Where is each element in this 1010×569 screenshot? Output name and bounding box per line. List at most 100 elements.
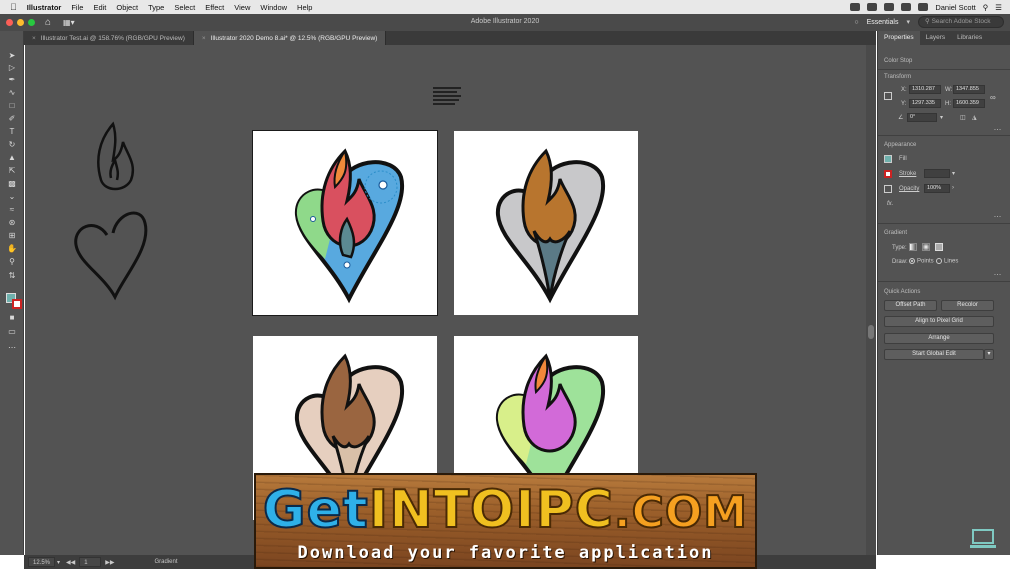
first-artboard-icon[interactable]: ◀◀ bbox=[66, 559, 75, 566]
lightbulb-icon[interactable]: ○ bbox=[854, 19, 858, 26]
battery-icon[interactable] bbox=[918, 3, 929, 11]
color-mode-icon[interactable]: ■ bbox=[6, 313, 18, 323]
lines-radio[interactable]: Lines bbox=[936, 258, 958, 265]
home-icon[interactable]: ⌂ bbox=[45, 17, 51, 28]
menu-help[interactable]: Help bbox=[297, 3, 312, 12]
arrange-button[interactable]: Arrange bbox=[884, 333, 994, 344]
pen-tool-icon[interactable]: ✒ bbox=[6, 75, 18, 85]
blend-tool-icon[interactable]: ≈ bbox=[6, 205, 18, 215]
opacity-field[interactable]: 100% bbox=[924, 184, 950, 193]
y-field[interactable]: 1297.335 bbox=[909, 99, 941, 108]
close-tab-icon[interactable]: × bbox=[202, 35, 206, 42]
stroke-weight-field[interactable] bbox=[924, 169, 950, 178]
rectangle-tool-icon[interactable]: □ bbox=[6, 101, 18, 111]
more-options-icon[interactable]: … bbox=[994, 210, 1003, 219]
adobe-stock-search-input[interactable]: ⚲ Search Adobe Stock bbox=[918, 16, 1004, 28]
menu-type[interactable]: Type bbox=[148, 3, 164, 12]
menu-effect[interactable]: Effect bbox=[205, 3, 224, 12]
more-options-icon[interactable]: … bbox=[994, 268, 1003, 277]
flame-sketch[interactable] bbox=[93, 120, 137, 196]
curvature-tool-icon[interactable]: ∿ bbox=[6, 88, 18, 98]
apple-icon[interactable]:  bbox=[10, 2, 17, 12]
reference-point-icon[interactable] bbox=[884, 92, 892, 100]
fill-color-swatch[interactable] bbox=[884, 155, 892, 163]
text-placeholder[interactable] bbox=[433, 87, 461, 107]
height-field[interactable]: 1600.359 bbox=[953, 99, 985, 108]
offset-path-button[interactable]: Offset Path bbox=[884, 300, 937, 311]
user-name[interactable]: Daniel Scott bbox=[935, 3, 975, 12]
menu-window[interactable]: Window bbox=[260, 3, 287, 12]
x-field[interactable]: 1310.287 bbox=[909, 85, 941, 94]
tab-properties[interactable]: Properties bbox=[878, 31, 920, 45]
zoom-tool-icon[interactable]: ⚲ bbox=[6, 257, 18, 267]
stroke-swatch[interactable] bbox=[12, 299, 22, 309]
freeform-gradient-icon[interactable] bbox=[935, 243, 943, 251]
screen-mode-icon[interactable]: ▭ bbox=[6, 327, 18, 337]
constrain-proportions-icon[interactable]: ∞ bbox=[990, 93, 996, 102]
stroke-label[interactable]: Stroke bbox=[899, 171, 916, 177]
points-radio[interactable]: Points bbox=[909, 258, 934, 265]
stroke-weight-dropdown-icon[interactable]: ▾ bbox=[952, 170, 955, 177]
opacity-label[interactable]: Opacity bbox=[899, 186, 919, 192]
symbol-sprayer-tool-icon[interactable]: ⊛ bbox=[6, 218, 18, 228]
arrange-documents-icon[interactable]: ▦▾ bbox=[63, 18, 75, 27]
zoom-dropdown-icon[interactable]: ▾ bbox=[57, 559, 60, 566]
artboard-1[interactable] bbox=[252, 130, 438, 316]
opacity-dropdown-icon[interactable]: › bbox=[952, 185, 954, 191]
swap-fill-stroke-icon[interactable]: ⇅ bbox=[6, 271, 18, 281]
eraser-tool-icon[interactable]: ▲ bbox=[6, 153, 18, 163]
chevron-down-icon[interactable]: ▾ bbox=[906, 18, 910, 26]
screen-record-icon[interactable] bbox=[867, 3, 878, 11]
linear-gradient-icon[interactable] bbox=[909, 243, 917, 251]
type-tool-icon[interactable]: T bbox=[6, 127, 18, 137]
menu-file[interactable]: File bbox=[71, 3, 83, 12]
flip-vertical-icon[interactable]: ◮ bbox=[972, 114, 977, 121]
flip-horizontal-icon[interactable]: ◫ bbox=[960, 114, 966, 121]
vertical-scrollbar[interactable] bbox=[866, 45, 876, 555]
tab-layers[interactable]: Layers bbox=[920, 31, 952, 45]
gradient-tool-icon[interactable]: ▩ bbox=[6, 179, 18, 189]
more-options-icon[interactable]: … bbox=[994, 123, 1003, 132]
scale-tool-icon[interactable]: ⇱ bbox=[6, 166, 18, 176]
start-global-edit-button[interactable]: Start Global Edit bbox=[884, 349, 984, 360]
tab-illustrator-test[interactable]: × Illustrator Test.ai @ 158.76% (RGB/GPU … bbox=[24, 31, 194, 45]
menu-edit[interactable]: Edit bbox=[93, 3, 106, 12]
close-tab-icon[interactable]: × bbox=[32, 35, 36, 42]
heart-flame-grey-art[interactable] bbox=[454, 131, 638, 315]
tab-demo-8[interactable]: × Illustrator 2020 Demo 8.ai* @ 12.5% (RG… bbox=[193, 31, 387, 45]
heart-flame-gradient-art[interactable] bbox=[253, 131, 437, 315]
artboard-2[interactable] bbox=[454, 131, 638, 315]
angle-field[interactable]: 0° bbox=[907, 113, 937, 122]
workspace-switcher[interactable]: Essentials bbox=[867, 19, 899, 26]
radial-gradient-icon[interactable] bbox=[922, 243, 930, 251]
hand-tool-icon[interactable]: ✋ bbox=[6, 244, 18, 254]
artboard-tool-icon[interactable]: ⊞ bbox=[6, 231, 18, 241]
recolor-button[interactable]: Recolor bbox=[941, 300, 994, 311]
wifi-icon[interactable] bbox=[901, 3, 912, 11]
width-field[interactable]: 1347.855 bbox=[953, 85, 985, 94]
maximize-window-icon[interactable] bbox=[28, 19, 35, 26]
minimize-window-icon[interactable] bbox=[17, 19, 24, 26]
more-tools-icon[interactable]: ⋯ bbox=[6, 343, 18, 353]
search-icon[interactable]: ⚲ bbox=[983, 3, 989, 12]
angle-dropdown-icon[interactable]: ▾ bbox=[940, 114, 943, 121]
eyedropper-tool-icon[interactable]: ⌄ bbox=[6, 192, 18, 202]
close-window-icon[interactable] bbox=[6, 19, 13, 26]
stroke-color-swatch[interactable] bbox=[884, 170, 892, 178]
effects-button[interactable]: fx. bbox=[887, 201, 893, 207]
creative-cloud-icon[interactable] bbox=[850, 3, 861, 11]
menu-object[interactable]: Object bbox=[116, 3, 138, 12]
direct-selection-tool-icon[interactable]: ▷ bbox=[6, 63, 18, 73]
align-to-pixel-grid-button[interactable]: Align to Pixel Grid bbox=[884, 316, 994, 327]
menu-view[interactable]: View bbox=[234, 3, 250, 12]
tab-libraries[interactable]: Libraries bbox=[951, 31, 988, 45]
scrollbar-thumb[interactable] bbox=[868, 325, 874, 339]
menu-app-name[interactable]: Illustrator bbox=[27, 3, 62, 12]
artboard-number-field[interactable]: 1 bbox=[79, 557, 102, 567]
menu-list-icon[interactable]: ☰ bbox=[995, 3, 1002, 12]
global-edit-dropdown-icon[interactable]: ▾ bbox=[984, 349, 994, 360]
zoom-level-field[interactable]: 12.5% bbox=[28, 557, 56, 567]
last-artboard-icon[interactable]: ▶▶ bbox=[105, 559, 114, 566]
selection-tool-icon[interactable]: ➤ bbox=[6, 51, 18, 61]
rotate-tool-icon[interactable]: ↻ bbox=[6, 140, 18, 150]
